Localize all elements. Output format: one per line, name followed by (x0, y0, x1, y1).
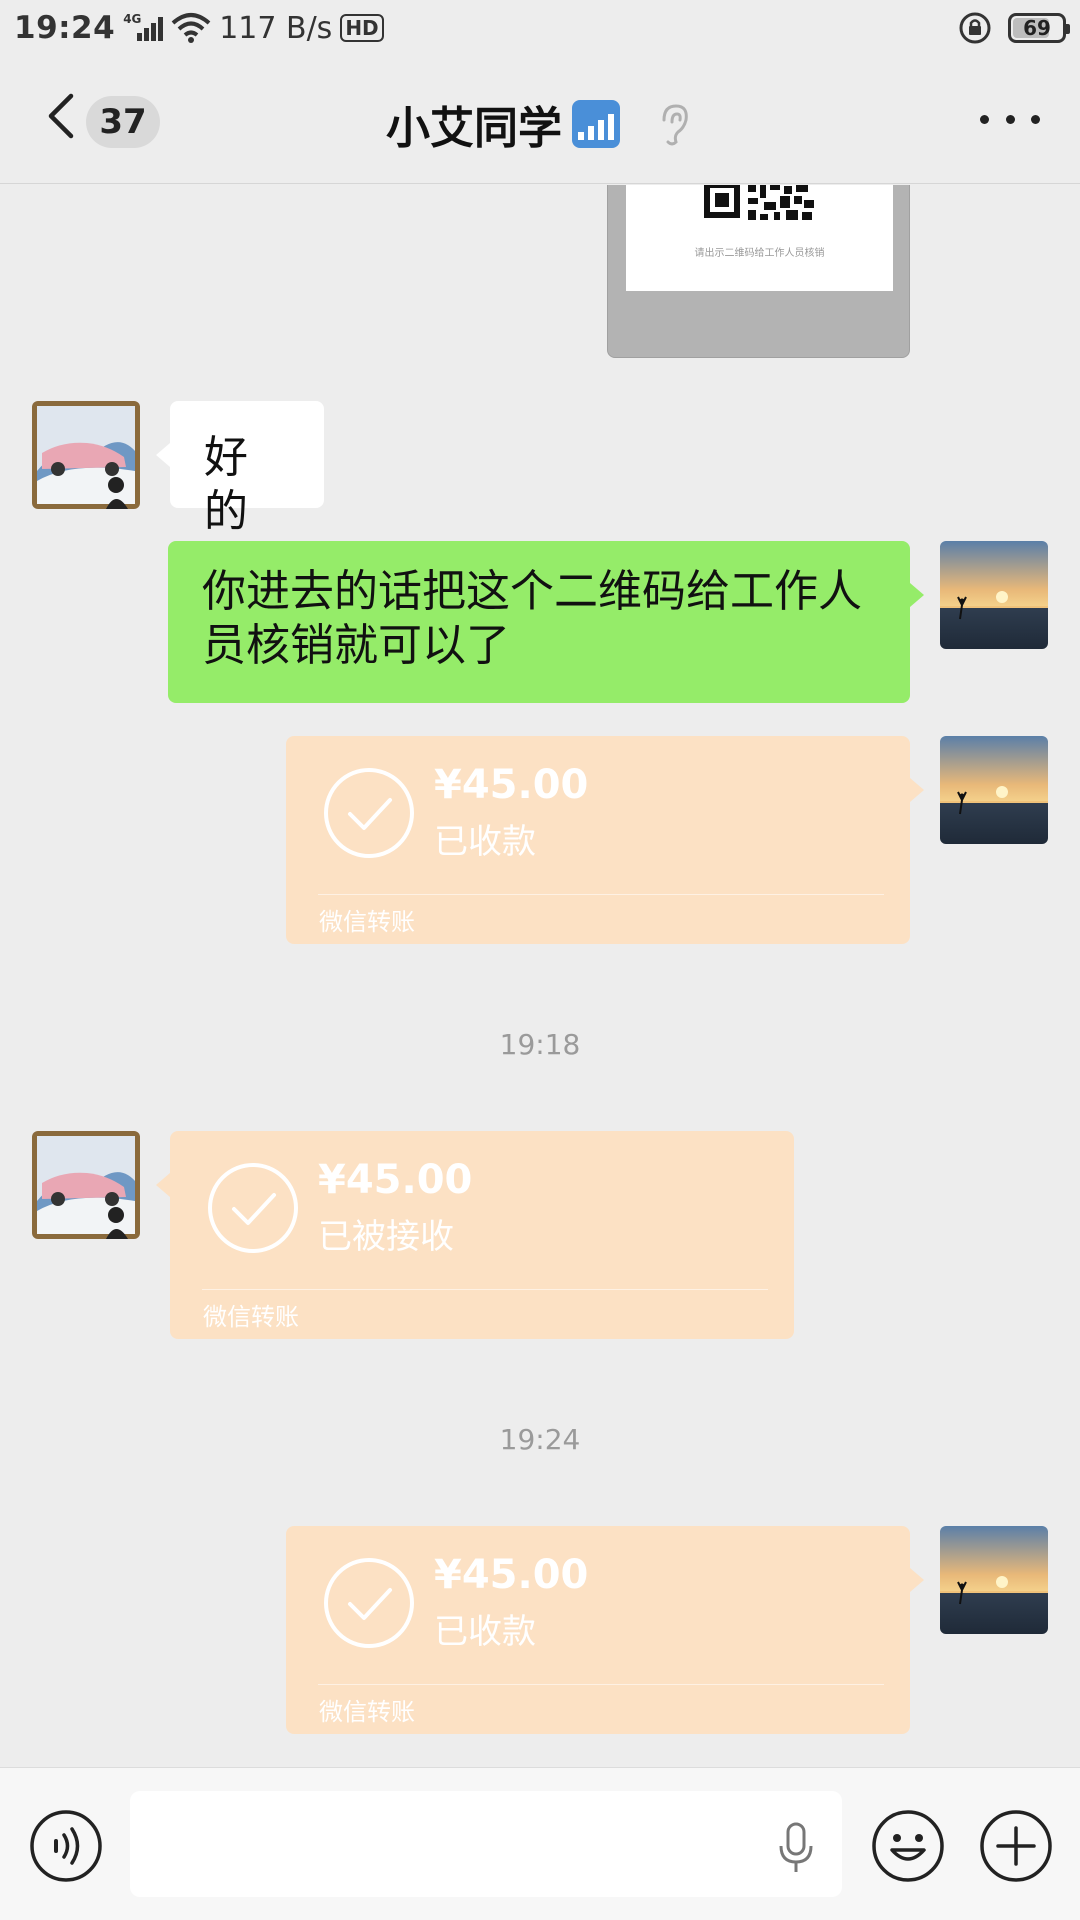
transfer-status: 已收款 (434, 822, 536, 862)
chat-header: 37 小艾同学 (0, 56, 1080, 184)
hd-icon: HD (340, 14, 384, 42)
network-speed: 117 B/s (219, 10, 333, 46)
my-avatar[interactable] (940, 541, 1048, 649)
divider (318, 894, 884, 895)
transfer-message[interactable]: ¥45.00 已被接收 微信转账 (156, 1131, 794, 1339)
plus-icon[interactable] (978, 1808, 1054, 1884)
wifi-icon (171, 13, 211, 43)
message-timestamp: 19:18 (499, 1028, 581, 1061)
my-avatar[interactable] (940, 1526, 1048, 1634)
chat-messages[interactable]: 请出示二维码给工作人员核销 好的 你进去的话把这个二维码给工作人员核销就可以了 (0, 185, 1080, 1767)
contact-avatar[interactable] (32, 401, 140, 509)
battery-icon: 69 (1008, 13, 1070, 43)
emoji-icon[interactable] (870, 1808, 946, 1884)
message-text: 你进去的话把这个二维码给工作人员核销就可以了 (202, 566, 862, 671)
contact-avatar[interactable] (32, 1131, 140, 1239)
qr-code-icon (704, 185, 814, 220)
check-circle-icon (324, 768, 414, 858)
rotation-lock-icon (959, 12, 991, 44)
input-bar (0, 1767, 1080, 1920)
message-timestamp: 19:24 (499, 1423, 581, 1456)
signal-bars-icon (572, 100, 620, 148)
transfer-status: 已被接收 (318, 1217, 454, 1257)
voice-icon[interactable] (28, 1808, 104, 1884)
transfer-message[interactable]: ¥45.00 已收款 微信转账 (286, 1526, 924, 1734)
check-circle-icon (208, 1163, 298, 1253)
transfer-source: 微信转账 (203, 1303, 299, 1331)
ear-icon (662, 104, 688, 146)
incoming-message[interactable]: 好的 (156, 401, 324, 537)
divider (318, 1684, 884, 1685)
transfer-amount: ¥45.00 (434, 1552, 589, 1598)
transfer-source: 微信转账 (319, 908, 415, 936)
my-avatar[interactable] (940, 736, 1048, 844)
battery-level: 69 (1023, 16, 1051, 40)
transfer-status: 已收款 (434, 1612, 536, 1652)
outgoing-message[interactable]: 你进去的话把这个二维码给工作人员核销就可以了 (168, 541, 924, 703)
message-text: 好的 (204, 432, 248, 537)
cellular-signal-icon: 4G (123, 11, 164, 45)
transfer-amount: ¥45.00 (434, 762, 589, 808)
status-time: 19:24 (14, 10, 116, 46)
more-dots-icon (980, 114, 989, 124)
transfer-amount: ¥45.00 (318, 1157, 473, 1203)
qr-code-image-message[interactable]: 请出示二维码给工作人员核销 (607, 185, 910, 358)
qr-card: 请出示二维码给工作人员核销 (626, 185, 893, 291)
chat-title: 小艾同学 (386, 103, 562, 154)
transfer-source: 微信转账 (319, 1698, 415, 1726)
status-bar: 19:24 4G 117 B/s HD 69 (0, 0, 1080, 56)
qr-caption: 请出示二维码给工作人员核销 (694, 248, 825, 259)
message-input[interactable] (130, 1791, 842, 1897)
transfer-message[interactable]: ¥45.00 已收款 微信转账 (286, 736, 924, 944)
check-circle-icon (324, 1558, 414, 1648)
mic-icon[interactable] (776, 1822, 816, 1874)
more-options-button[interactable] (980, 104, 1040, 134)
divider (202, 1289, 768, 1290)
